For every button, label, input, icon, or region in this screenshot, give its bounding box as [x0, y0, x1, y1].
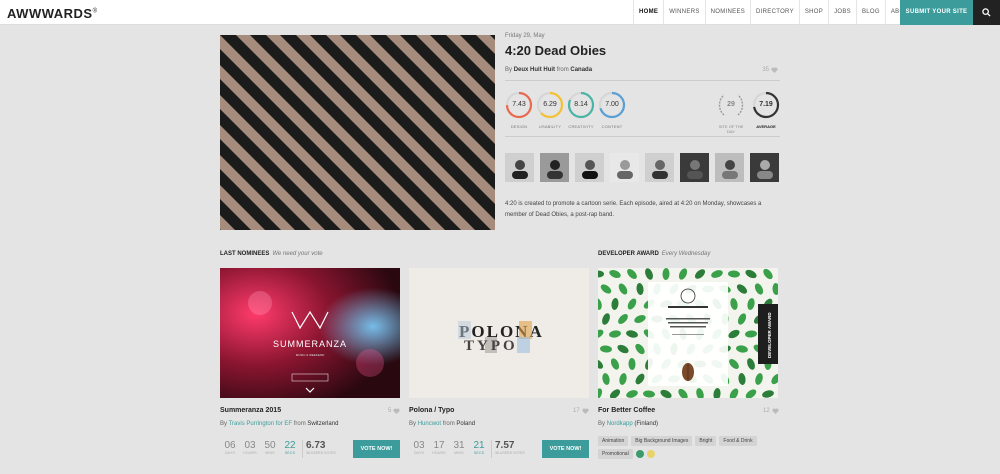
nav-home[interactable]: HOME [633, 0, 663, 25]
score-ring: 7.43 [505, 91, 533, 119]
nominees-heading: LAST NOMINEES We need your vote [220, 251, 323, 257]
nominee-title[interactable]: Summeranza 2015 [220, 407, 281, 414]
author-link[interactable]: Travis Purrington for EF [229, 421, 292, 427]
nav-jobs[interactable]: JOBS [828, 0, 856, 25]
svg-text:MUSIC & WEEKEND: MUSIC & WEEKEND [296, 353, 325, 357]
like-counter[interactable]: 5 [388, 408, 400, 414]
like-counter[interactable]: 12 [763, 408, 779, 414]
color-swatch[interactable] [635, 450, 644, 458]
developer-byline: By Nordkapp (Finland) [598, 421, 659, 427]
site-of-the-day-badge: 29 SITE OF THE DAY [716, 91, 746, 134]
laurel-icon: 29 [716, 91, 746, 119]
nominee-title[interactable]: Polona / Typo [409, 407, 454, 414]
divider [302, 440, 303, 458]
like-counter[interactable]: 35 [762, 67, 778, 73]
jury-avatars [505, 153, 779, 182]
tag[interactable]: Animation [598, 436, 629, 446]
divider [505, 136, 780, 137]
site-description: 4:20 is created to promote a cartoon ser… [505, 201, 762, 218]
svg-text:DEVELOPER AWARD: DEVELOPER AWARD [767, 312, 772, 358]
tag-list: Animation Big Background Images Bright F… [598, 436, 778, 459]
score-ring: 7.00 [598, 91, 626, 119]
nav-directory[interactable]: DIRECTORY [750, 0, 799, 25]
submit-site-button[interactable]: SUBMIT YOUR SITE [900, 0, 973, 25]
score-ring: 7.19 [752, 91, 780, 119]
divider [491, 440, 492, 458]
jury-avatar[interactable] [680, 153, 709, 182]
kid-snail-pattern [220, 35, 495, 230]
nominee-byline: By Huncwot from Poland [409, 421, 476, 427]
top-nav-bar: AWWWARDS® HOME WINNERS NOMINEES DIRECTOR… [0, 0, 1000, 25]
like-counter[interactable]: 17 [573, 408, 589, 414]
author-link[interactable]: Huncwot [418, 421, 441, 427]
user-score: 6.73 36 USERS VOTES [306, 440, 336, 455]
score-content: 7.00 CONTENT [598, 91, 626, 129]
jury-avatar[interactable] [715, 153, 744, 182]
site-of-the-day-screenshot[interactable] [220, 35, 495, 230]
search-icon [982, 8, 991, 17]
jury-avatar[interactable] [645, 153, 674, 182]
nominee-byline: By Travis Purrington for EF from Switzer… [220, 421, 339, 427]
score-ring: 6.29 [536, 91, 564, 119]
country-link[interactable]: Canada [570, 67, 592, 73]
jury-avatar[interactable] [750, 153, 779, 182]
main-nav: HOME WINNERS NOMINEES DIRECTORY SHOP JOB… [633, 0, 929, 25]
score-design: 7.43 DESIGN [505, 91, 533, 129]
nav-blog[interactable]: BLOG [855, 0, 885, 25]
tag[interactable]: Food & Drink [719, 436, 757, 446]
nav-nominees[interactable]: NOMINEES [704, 0, 750, 25]
site-title[interactable]: 4:20 Dead Obies [505, 43, 780, 58]
vote-now-button[interactable]: VOTE NOW! [353, 440, 400, 458]
heart-icon [582, 408, 589, 414]
nominee-thumbnail-polona[interactable]: POLONA TYPO [409, 268, 589, 398]
site-byline: By Deux Huit Huit from Canada 35 [505, 67, 780, 73]
user-score: 7.57 36 USERS VOTES [495, 440, 525, 455]
score-ring: 8.14 [567, 91, 595, 119]
vote-countdown: 06 DAYS 03 HOURS 50 MINS 22 SECS [224, 440, 296, 455]
tag[interactable]: Promotional [598, 449, 633, 459]
color-swatch[interactable] [646, 450, 655, 458]
tag[interactable]: Big Background Images [631, 436, 693, 446]
jury-avatar[interactable] [505, 153, 534, 182]
vote-now-button[interactable]: VOTE NOW! [542, 440, 589, 458]
author-link[interactable]: Deux Huit Huit [514, 67, 555, 73]
jury-avatar[interactable] [575, 153, 604, 182]
site-info-panel: Friday 29, May 4:20 Dead Obies By Deux H… [505, 33, 780, 137]
nav-shop[interactable]: SHOP [798, 0, 828, 25]
author-link[interactable]: Nordkapp [607, 421, 633, 427]
nominee-thumbnail-summeranza[interactable]: SUMMERANZA MUSIC & WEEKEND [220, 268, 400, 398]
svg-text:SUMMERANZA: SUMMERANZA [273, 339, 347, 349]
developer-award-heading: DEVELOPER AWARD Every Wednesday [598, 251, 711, 257]
award-date: Friday 29, May [505, 33, 545, 39]
heart-icon [771, 67, 778, 73]
developer-award-title[interactable]: For Better Coffee [598, 407, 655, 414]
search-button[interactable] [973, 0, 1000, 25]
jury-avatar[interactable] [610, 153, 639, 182]
heart-icon [772, 408, 779, 414]
nav-winners[interactable]: WINNERS [663, 0, 704, 25]
jury-avatar[interactable] [540, 153, 569, 182]
score-creativity: 8.14 CREATIVITY [567, 91, 595, 129]
vote-countdown: 03 DAYS 17 HOURS 31 MINS 21 SECS [413, 440, 485, 455]
tag[interactable]: Bright [695, 436, 717, 446]
developer-award-thumbnail-coffee[interactable]: DEVELOPER AWARD [598, 268, 778, 398]
score-panel: 7.43 DESIGN 6.29 USABILITY 8.14 CREATIVI… [505, 81, 780, 135]
score-usability: 6.29 USABILITY [536, 91, 564, 129]
average-score: 7.19 AVERAGE [751, 91, 781, 129]
awwwards-logo[interactable]: AWWWARDS® [7, 6, 98, 21]
heart-icon [393, 408, 400, 414]
